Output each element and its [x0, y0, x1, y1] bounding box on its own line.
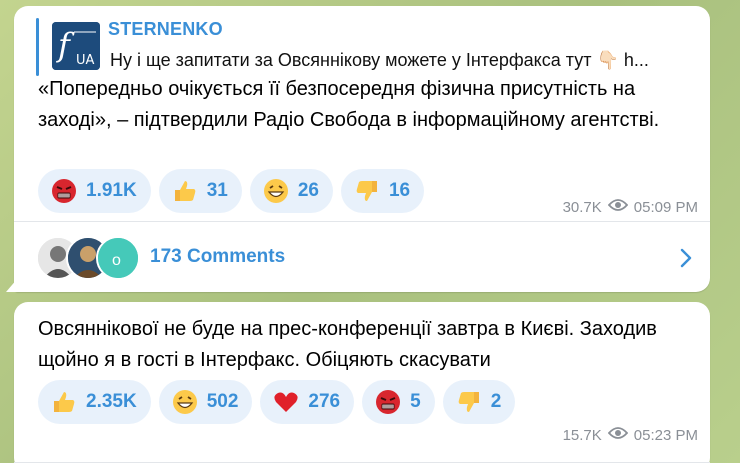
- message-meta: 15.7K 05:23 PM: [563, 426, 698, 444]
- channel-name[interactable]: STERNENKO: [108, 19, 223, 40]
- reaction-count: 16: [388, 180, 411, 201]
- message-time: 05:23 PM: [633, 426, 698, 444]
- comments-label: 173 Comments: [150, 246, 286, 267]
- grinning-face-icon: [171, 388, 199, 416]
- message-meta: 30.7K 05:09 PM: [563, 198, 698, 216]
- reply-accent-bar: [36, 18, 39, 76]
- thumbs-down-icon: [353, 177, 381, 205]
- message-text: «Попередньо очікується її безпосередня ф…: [38, 78, 660, 131]
- reaction-thumbs-down[interactable]: 2: [442, 380, 516, 424]
- angry-face-icon: [50, 177, 78, 205]
- eye-icon: [607, 426, 628, 444]
- reaction-count: 26: [297, 180, 319, 201]
- message-bubble[interactable]: f UA Ну і ще запитати за Овсяннікову мож…: [14, 6, 710, 292]
- reaction-thumbs-up[interactable]: 31: [158, 169, 242, 213]
- eye-icon: [607, 198, 628, 216]
- reaction-count: 5: [410, 391, 421, 412]
- chevron-right-icon: [680, 248, 692, 273]
- reaction-count: 276: [308, 391, 341, 412]
- reaction-count: 2.35K: [86, 391, 137, 412]
- commenter-avatars: o: [36, 236, 146, 280]
- reaction-grinning[interactable]: 502: [158, 380, 253, 424]
- reaction-angry[interactable]: 1.91K: [38, 169, 151, 213]
- reaction-heart[interactable]: 276: [260, 380, 355, 424]
- reaction-thumbs-up[interactable]: 2.35K: [38, 380, 151, 424]
- grinning-face-icon: [262, 177, 290, 205]
- thumbs-down-icon: [455, 388, 483, 416]
- reactions-row: 1.91K 31 26 16: [38, 169, 425, 213]
- svg-text:UA: UA: [76, 53, 95, 68]
- reaction-count: 502: [206, 391, 239, 412]
- comments-button[interactable]: o 173 Comments: [14, 222, 710, 292]
- message-text: Овсяннікової не буде на прес-конференції…: [38, 318, 657, 371]
- svg-text:o: o: [112, 252, 121, 269]
- reaction-thumbs-down[interactable]: 16: [340, 169, 425, 213]
- view-count: 30.7K: [562, 198, 602, 216]
- message-bubble[interactable]: Овсяннікової не буде на прес-конференції…: [14, 302, 710, 463]
- reactions-row: 2.35K 502 276 5 2: [38, 380, 516, 424]
- thumbs-up-icon: [171, 177, 199, 205]
- view-count: 15.7K: [562, 426, 602, 444]
- reply-thumbnail: f UA: [52, 22, 100, 70]
- reaction-count: 31: [206, 180, 228, 201]
- angry-face-icon: [374, 388, 402, 416]
- avatar: o: [96, 236, 140, 280]
- reply-preview-text: Ну і ще запитати за Овсяннікову можете у…: [110, 50, 649, 70]
- reaction-angry[interactable]: 5: [362, 380, 435, 424]
- message-time: 05:09 PM: [633, 198, 698, 216]
- reaction-grinning[interactable]: 26: [249, 169, 333, 213]
- reaction-count: 1.91K: [86, 180, 137, 201]
- red-heart-icon: [272, 388, 300, 416]
- thumbs-up-icon: [50, 388, 78, 416]
- reaction-count: 2: [490, 391, 502, 412]
